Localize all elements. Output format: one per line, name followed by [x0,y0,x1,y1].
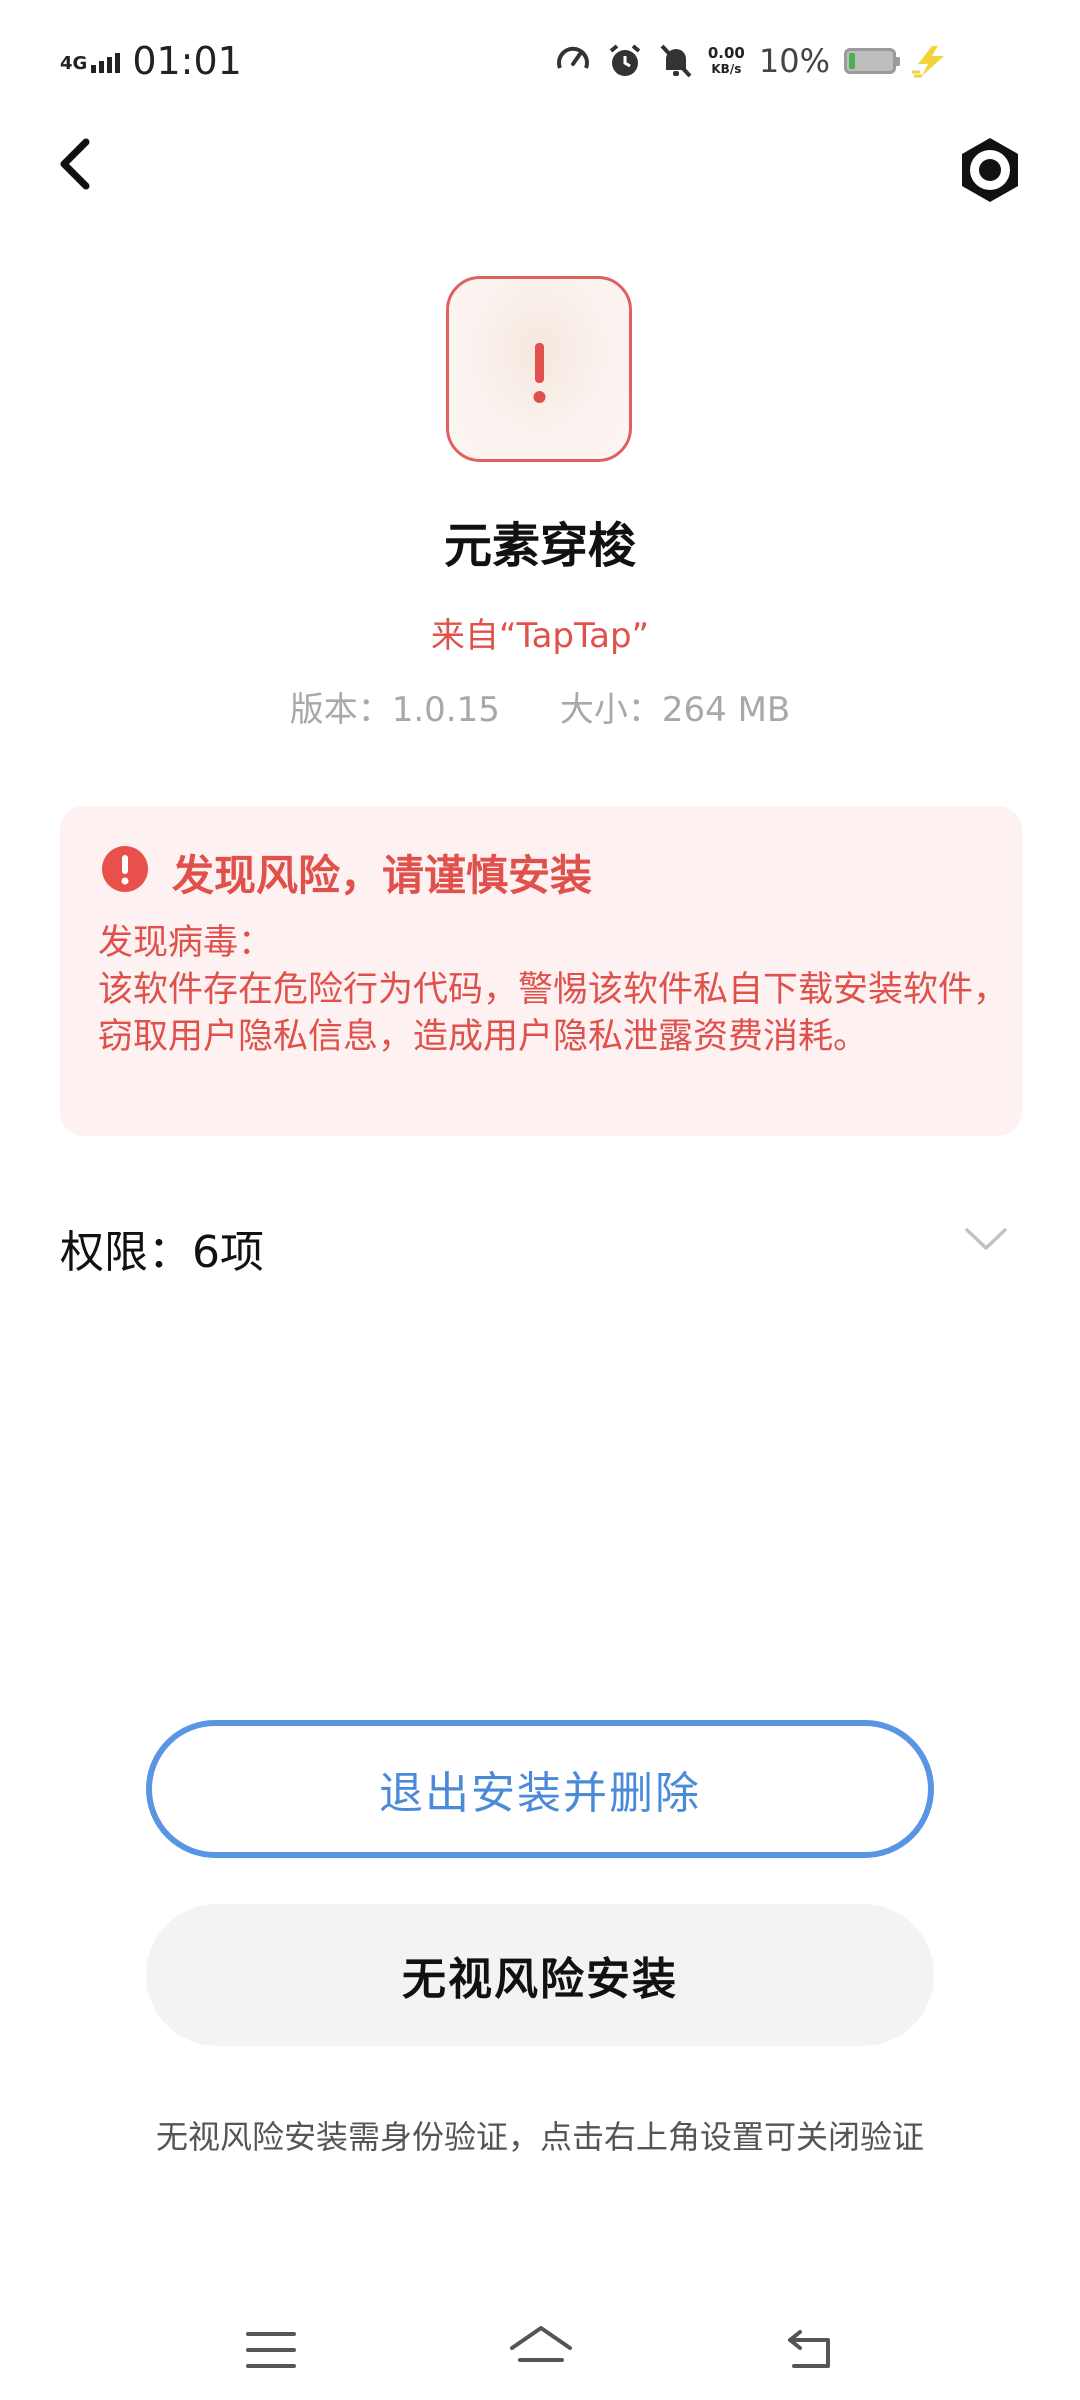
navigation-bar [0,2300,1080,2400]
permissions-label: 权限：6项 [60,1227,264,1278]
chevron-left-icon [60,138,90,190]
app-name: 元素穿梭 [443,518,636,574]
net-speed-unit: KB/s [711,62,742,76]
net-speed: 0.00 KB/s [708,45,745,77]
battery-icon [844,48,900,74]
network-type: 4G [60,53,88,74]
risk-alert-app-icon [533,343,546,403]
warning-heading: 发现病毒： [98,923,274,963]
menu-icon [246,2332,296,2368]
status-bar-left: 4G 01:01 [60,38,242,84]
warning-body: 发现病毒： 该软件存在危险行为代码，警惕该软件私自下载安装软件，窃取用户隐私信息… [98,920,1028,1061]
app-icon [446,276,632,462]
alarm-icon [609,44,641,76]
clock-time: 01:01 [132,39,242,83]
settings-gear-icon [962,138,1018,202]
app-size: 大小：264 MB [559,690,791,730]
charging-bolt-icon [912,46,944,78]
verification-footnote: 无视风险安装需身份验证，点击右上角设置可关闭验证 [155,2118,924,2156]
nav-back-button[interactable] [776,2320,846,2380]
warning-text: 该软件存在危险行为代码，警惕该软件私自下载安装软件，窃取用户隐私信息，造成用户隐… [98,970,1009,1057]
speedometer-icon [556,46,589,69]
status-bar-right: 0.00 KB/s 10% [554,38,950,84]
mute-icon [660,44,692,78]
chevron-down-icon [965,1228,1007,1250]
net-speed-value: 0.00 [707,44,745,62]
risk-warning-box: 发现风险，请谨慎安装 发现病毒： 该软件存在危险行为代码，警惕该软件私自下载安装… [60,806,1022,1136]
battery-percent: 10% [758,42,830,80]
app-meta: 版本：1.0.15 大小：264 MB [0,682,1080,731]
app-version: 版本：1.0.15 [289,690,500,730]
app-source: 来自“TapTap” [430,616,650,656]
back-icon [788,2330,830,2368]
signal-icon [91,49,121,73]
settings-button[interactable] [950,130,1030,210]
back-button[interactable] [50,130,110,200]
permissions-row[interactable]: 权限：6项 [60,1206,1022,1286]
nav-menu-button[interactable] [236,2320,306,2380]
warning-title: 发现风险，请谨慎安装 [172,851,593,900]
network-indicator: 4G [60,49,121,74]
home-icon [510,2326,572,2362]
nav-home-button[interactable] [506,2320,576,2380]
exit-and-delete-button[interactable]: 退出安装并删除 [146,1720,934,1858]
exclamation-circle-icon [102,846,148,892]
ignore-risk-install-button[interactable]: 无视风险安装 [146,1904,934,2046]
status-bar: 4G 01:01 0.00 KB/s 10% [0,0,1080,120]
